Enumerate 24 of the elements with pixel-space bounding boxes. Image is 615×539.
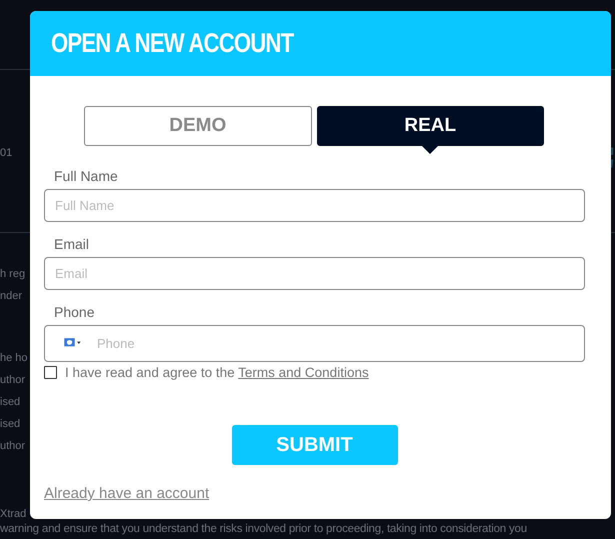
account-type-tab[interactable]: DEMO bbox=[84, 106, 312, 146]
background-text: ised bbox=[0, 418, 20, 430]
agreement-text: I have read and agree to the Terms and Conditions bbox=[65, 365, 369, 380]
background-text: nder bbox=[0, 290, 22, 302]
background-text: warning and ensure that you understand the risks involved prior to proceeding, taking into consideration you bbox=[0, 522, 527, 534]
text-field[interactable]: Email bbox=[44, 257, 585, 290]
background-text: 01 bbox=[0, 147, 12, 159]
field-label: Email bbox=[53, 236, 90, 252]
background-text: h reg bbox=[0, 268, 26, 280]
field-label: Phone bbox=[53, 304, 96, 320]
phone-field[interactable]: Phone bbox=[44, 325, 585, 362]
field-label: Full Name bbox=[53, 168, 119, 184]
background-text: uthor bbox=[0, 374, 26, 386]
terms-link[interactable]: Terms and Conditions bbox=[238, 365, 369, 380]
login-link[interactable]: Already have an account bbox=[44, 485, 210, 502]
background-text: Xtrad bbox=[0, 508, 26, 520]
tab-pointer bbox=[421, 145, 440, 154]
background-text: ised bbox=[0, 396, 20, 408]
text-field[interactable]: Full Name bbox=[44, 189, 585, 222]
background-text: uthor bbox=[0, 440, 26, 452]
submit-button[interactable]: SUBMIT bbox=[232, 425, 398, 465]
modal-title: OPEN A NEW ACCOUNT bbox=[51, 28, 294, 59]
background-text: he ho bbox=[0, 352, 28, 364]
agree-checkbox[interactable] bbox=[44, 366, 57, 379]
